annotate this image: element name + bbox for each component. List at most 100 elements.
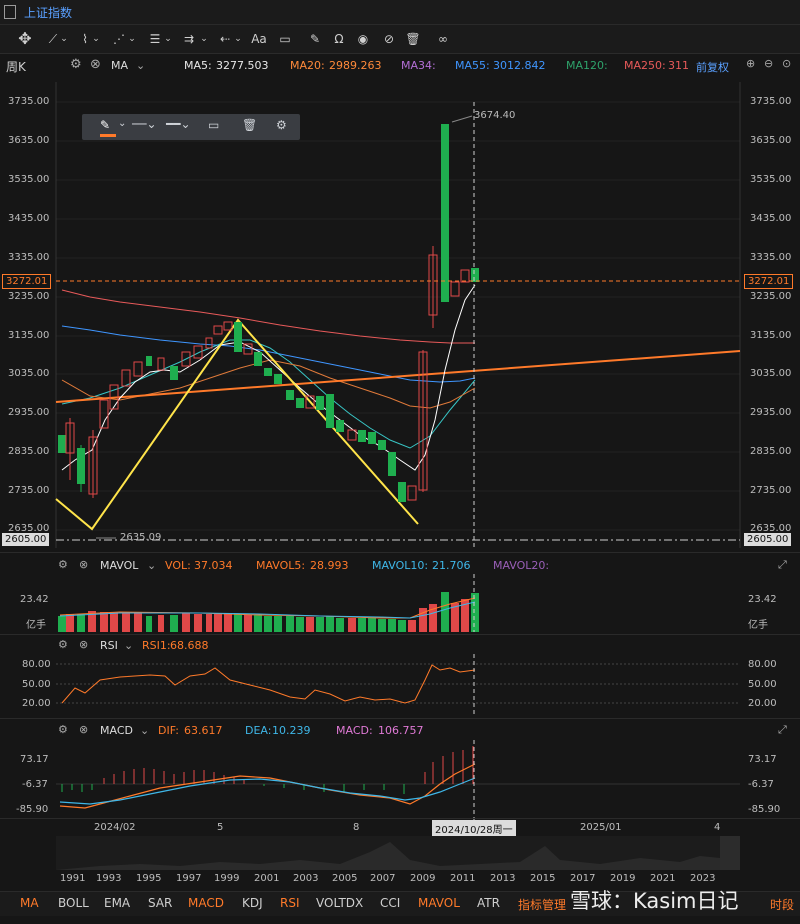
time-tick: 8: [353, 822, 360, 833]
tab-cci[interactable]: CCI: [380, 896, 400, 910]
sidebar-toggle-icon[interactable]: [4, 5, 16, 19]
settings-icon[interactable]: ⚙: [70, 57, 82, 72]
trash-icon[interactable]: 🗑: [402, 29, 424, 49]
year-label: 2017: [570, 873, 596, 884]
price-tick: 2735.00: [8, 485, 50, 496]
expand-icon[interactable]: ⤢: [778, 723, 787, 737]
chevron-down-icon[interactable]: ⌄: [126, 29, 138, 49]
chevron-down-icon[interactable]: ⌄: [118, 118, 126, 129]
close-icon[interactable]: ⊗: [79, 638, 88, 651]
tab-ema[interactable]: EMA: [104, 896, 130, 910]
line-style-selector[interactable]: ──⌄: [132, 117, 157, 131]
tab-session[interactable]: 时段: [770, 896, 794, 913]
price-tick: 3235.00: [750, 291, 792, 302]
chevron-down-icon[interactable]: ⌄: [147, 559, 156, 572]
zoom-out-icon[interactable]: ⊖: [764, 57, 773, 70]
chevron-down-icon[interactable]: ⌄: [198, 29, 210, 49]
time-tick: 5: [217, 822, 224, 833]
ma55-value: 3012.842: [493, 59, 546, 72]
settings-icon[interactable]: ⚙: [58, 723, 68, 736]
ma55-label: MA55:: [455, 59, 490, 72]
tab-indicator-manager[interactable]: 指标管理: [518, 896, 566, 913]
settings-icon[interactable]: ⚙: [58, 638, 68, 651]
chevron-down-icon[interactable]: ⌄: [58, 29, 70, 49]
trash-icon[interactable]: 🗑: [242, 118, 257, 132]
copy-icon[interactable]: ▭: [208, 118, 219, 132]
mavol5-value: 28.993: [310, 559, 349, 572]
tab-rsi[interactable]: RSI: [280, 896, 300, 910]
drawing-toolbar: ✥ ⟋ ⌄ ⌇ ⌄ ⋰ ⌄ ☰ ⌄ ⇉ ⌄ ⇠ ⌄ Aa ▭ ✎ Ω ◉ ⊘ 🗑…: [0, 25, 800, 54]
chevron-down-icon[interactable]: ⌄: [232, 29, 244, 49]
text-tool-icon[interactable]: Aa: [248, 29, 270, 49]
price-tick: 3135.00: [8, 330, 50, 341]
rsi-chart[interactable]: [0, 654, 800, 714]
collapse-icon[interactable]: ⊙: [782, 57, 791, 70]
indicator-selector[interactable]: MA: [111, 59, 128, 72]
macd-tick: 73.17: [20, 754, 49, 765]
price-tick: 3435.00: [8, 213, 50, 224]
expand-icon[interactable]: ⤢: [778, 558, 787, 572]
year-label: 1997: [176, 873, 202, 884]
macd-label: MACD:: [336, 724, 373, 737]
settings-icon[interactable]: ⚙: [58, 558, 68, 571]
volume-unit: 亿手: [748, 620, 768, 631]
parallel-tool-icon[interactable]: ⇉: [178, 29, 200, 49]
tab-sar[interactable]: SAR: [148, 896, 172, 910]
link-icon[interactable]: ∞: [432, 29, 454, 49]
tab-atr[interactable]: ATR: [477, 896, 500, 910]
tab-kdj[interactable]: KDJ: [242, 896, 263, 910]
eye-icon[interactable]: ◉: [352, 29, 374, 49]
rsi-tick: 50.00: [22, 679, 51, 690]
candlestick-chart[interactable]: [0, 78, 800, 550]
volume-tick: 23.42: [20, 594, 49, 605]
pen-color-icon[interactable]: ✎: [100, 118, 110, 132]
comment-icon[interactable]: ▭: [274, 29, 296, 49]
ma20-value: 2989.263: [329, 59, 382, 72]
year-label: 2013: [490, 873, 516, 884]
crosshair-icon[interactable]: ✥: [14, 29, 36, 49]
close-icon[interactable]: ⊗: [90, 57, 101, 72]
period-selector[interactable]: 周K: [6, 58, 26, 75]
chevron-down-icon[interactable]: ⌄: [162, 29, 174, 49]
tab-macd[interactable]: MACD: [188, 896, 224, 910]
tab-voltdx[interactable]: VOLTDX: [316, 896, 363, 910]
chevron-down-icon[interactable]: ⌄: [124, 639, 133, 652]
settings-icon[interactable]: ⚙: [276, 118, 287, 132]
hide-drawings-icon[interactable]: ⊘: [378, 29, 400, 49]
pen-icon[interactable]: ✎: [304, 29, 326, 49]
rsi-tick: 80.00: [22, 659, 51, 670]
volume-chart[interactable]: [0, 574, 800, 632]
close-icon[interactable]: ⊗: [79, 723, 88, 736]
chevron-down-icon[interactable]: ⌄: [140, 724, 149, 737]
crosshair-date-tag: 2024/10/28周一: [432, 820, 516, 837]
adjust-selector[interactable]: 前复权: [696, 59, 729, 75]
line-width-selector[interactable]: ━━⌄: [166, 117, 191, 131]
dif-label: DIF:: [158, 724, 179, 737]
time-tick: 2024/02: [94, 822, 136, 833]
chevron-down-icon[interactable]: ⌄: [136, 59, 145, 72]
chevron-down-icon[interactable]: ⌄: [90, 29, 102, 49]
drawing-style-toolbar: ✎ ⌄ ──⌄ ━━⌄ ▭ 🗑 ⚙: [82, 114, 300, 140]
magnet-icon[interactable]: Ω: [328, 29, 350, 49]
rsi-tick: 80.00: [748, 659, 777, 670]
window-title: 上证指数: [24, 6, 73, 20]
price-tick: 3235.00: [8, 291, 50, 302]
price-tick: 3635.00: [8, 135, 50, 146]
zoom-in-icon[interactable]: ⊕: [746, 57, 755, 70]
close-icon[interactable]: ⊗: [79, 558, 88, 571]
tab-ma[interactable]: MA: [20, 896, 39, 910]
ma250-value: 311: [668, 59, 689, 72]
overview-navigator[interactable]: [0, 836, 800, 872]
macd-value: 106.757: [378, 724, 424, 737]
tab-boll[interactable]: BOLL: [58, 896, 89, 910]
year-label: 1993: [96, 873, 122, 884]
macd-chart[interactable]: [0, 740, 800, 820]
price-tick: 2735.00: [750, 485, 792, 496]
mavol10-value: 21.706: [432, 559, 471, 572]
candles: [58, 124, 479, 502]
ma5-label: MA5:: [184, 59, 212, 72]
rsi-tick: 20.00: [748, 698, 777, 709]
tab-mavol[interactable]: MAVOL: [418, 896, 460, 910]
crosshair-price-tag-left: 2605.00: [2, 533, 50, 546]
year-label: 2021: [650, 873, 676, 884]
